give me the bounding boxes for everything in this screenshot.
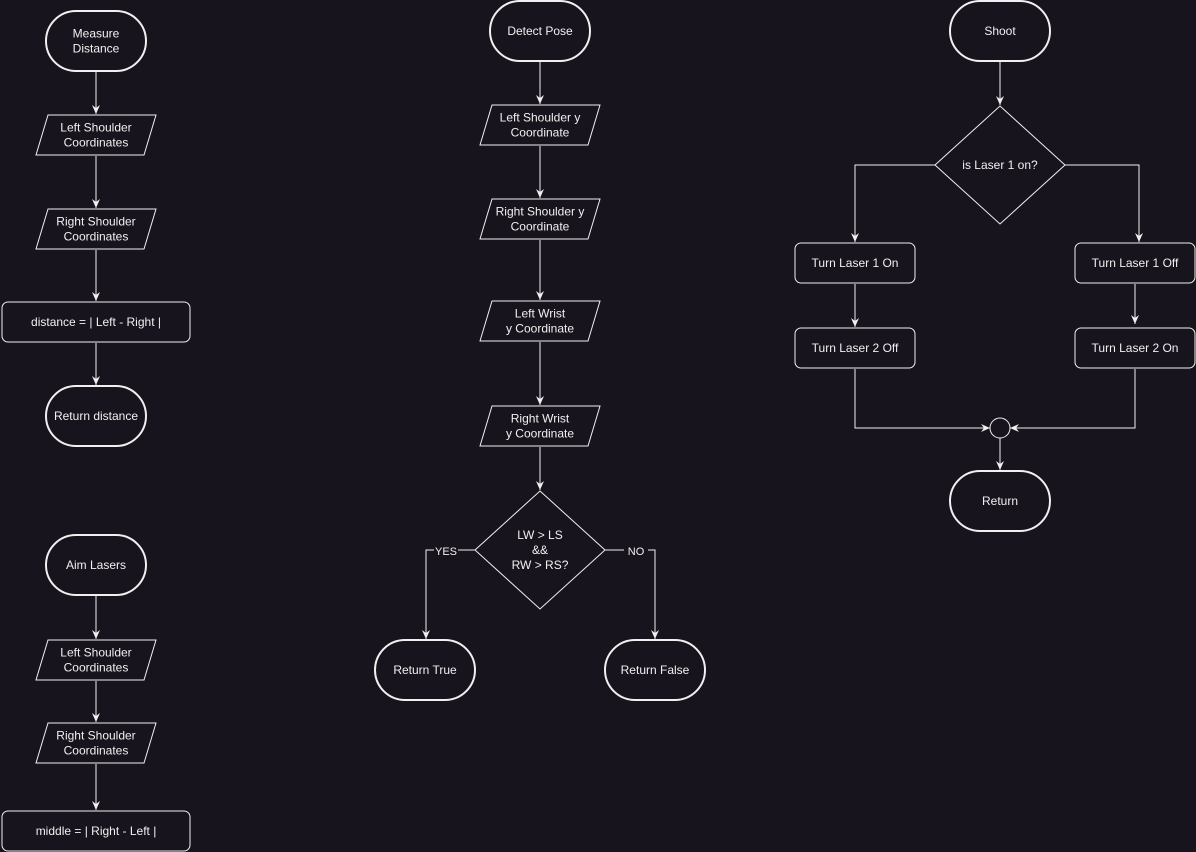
yes-edge-label: YES bbox=[435, 546, 457, 558]
no-edge[interactable] bbox=[605, 549, 656, 639]
al-middle-process[interactable]: middle = | Right - Left | bbox=[1, 810, 191, 852]
al-right-shoulder-input[interactable]: Right Shoulder Coordinates bbox=[35, 722, 157, 764]
connector-edge[interactable] bbox=[854, 369, 990, 429]
node-label: Detect Pose bbox=[507, 24, 573, 38]
shoot-start[interactable]: Shoot bbox=[949, 0, 1051, 62]
dp-return-false[interactable]: Return False bbox=[604, 639, 706, 701]
connector-edge[interactable] bbox=[854, 164, 935, 242]
dp-left-shoulder-y-input[interactable]: Left Shoulder y Coordinate bbox=[479, 104, 601, 146]
node-label: Turn Laser 2 On bbox=[1092, 341, 1179, 355]
dp-pose-decision[interactable]: LW > LS && RW > RS? bbox=[474, 490, 606, 610]
connector-edge[interactable] bbox=[1010, 369, 1136, 429]
node-label: Left Shoulder Coordinates bbox=[60, 646, 131, 675]
node-label: Left Wrist y Coordinate bbox=[506, 307, 574, 336]
shoot-laser-decision[interactable]: is Laser 1 on? bbox=[934, 105, 1066, 225]
shoot-turn-laser1-on[interactable]: Turn Laser 1 On bbox=[794, 242, 916, 284]
measure-distance-start[interactable]: Measure Distance bbox=[45, 10, 147, 72]
node-label: is Laser 1 on? bbox=[962, 158, 1038, 172]
node-label: Left Shoulder y Coordinate bbox=[500, 111, 581, 140]
node-label: Aim Lasers bbox=[66, 558, 126, 572]
node-label: distance = | Left - Right | bbox=[31, 315, 161, 329]
node-label: Left Shoulder Coordinates bbox=[60, 121, 131, 150]
al-left-shoulder-input[interactable]: Left Shoulder Coordinates bbox=[35, 639, 157, 681]
node-label: Turn Laser 1 On bbox=[812, 256, 899, 270]
node-label: Return distance bbox=[54, 409, 138, 423]
no-edge-label: NO bbox=[628, 546, 645, 558]
shoot-turn-laser2-on[interactable]: Turn Laser 2 On bbox=[1074, 327, 1196, 369]
md-right-shoulder-input[interactable]: Right Shoulder Coordinates bbox=[35, 208, 157, 250]
node-label: Return False bbox=[621, 663, 690, 677]
flowchart-canvas: YES NO Measure Distance Left Shoulder Coordi… bbox=[1, 0, 1196, 852]
node-label: middle = | Right - Left | bbox=[36, 824, 157, 838]
node-label: Turn Laser 2 Off bbox=[812, 341, 899, 355]
shoot-turn-laser2-off[interactable]: Turn Laser 2 Off bbox=[794, 327, 916, 369]
shoot-merge-junction[interactable] bbox=[989, 417, 1011, 439]
dp-right-wrist-y-input[interactable]: Right Wrist y Coordinate bbox=[479, 405, 601, 447]
node-label: Right Shoulder Coordinates bbox=[56, 729, 135, 758]
md-left-shoulder-input[interactable]: Left Shoulder Coordinates bbox=[35, 114, 157, 156]
detect-pose-start[interactable]: Detect Pose bbox=[489, 0, 591, 62]
dp-left-wrist-y-input[interactable]: Left Wrist y Coordinate bbox=[479, 300, 601, 342]
node-label: Turn Laser 1 Off bbox=[1092, 256, 1179, 270]
shoot-turn-laser1-off[interactable]: Turn Laser 1 Off bbox=[1074, 242, 1196, 284]
node-label: Return bbox=[982, 494, 1018, 508]
md-return-distance[interactable]: Return distance bbox=[45, 385, 147, 447]
shoot-return[interactable]: Return bbox=[949, 470, 1051, 532]
aim-lasers-start[interactable]: Aim Lasers bbox=[45, 534, 147, 596]
junction-shape bbox=[989, 417, 1011, 439]
node-label: Right Wrist y Coordinate bbox=[506, 412, 574, 441]
dp-return-true[interactable]: Return True bbox=[374, 639, 476, 701]
connector-edge[interactable] bbox=[1065, 164, 1140, 242]
node-label: Shoot bbox=[984, 24, 1016, 38]
yes-edge[interactable] bbox=[425, 549, 475, 639]
node-label: Right Shoulder Coordinates bbox=[56, 215, 135, 244]
dp-right-shoulder-y-input[interactable]: Right Shoulder y Coordinate bbox=[479, 198, 601, 240]
node-label: Return True bbox=[393, 663, 457, 677]
node-label: Measure Distance bbox=[73, 27, 120, 56]
md-distance-process[interactable]: distance = | Left - Right | bbox=[1, 301, 191, 343]
